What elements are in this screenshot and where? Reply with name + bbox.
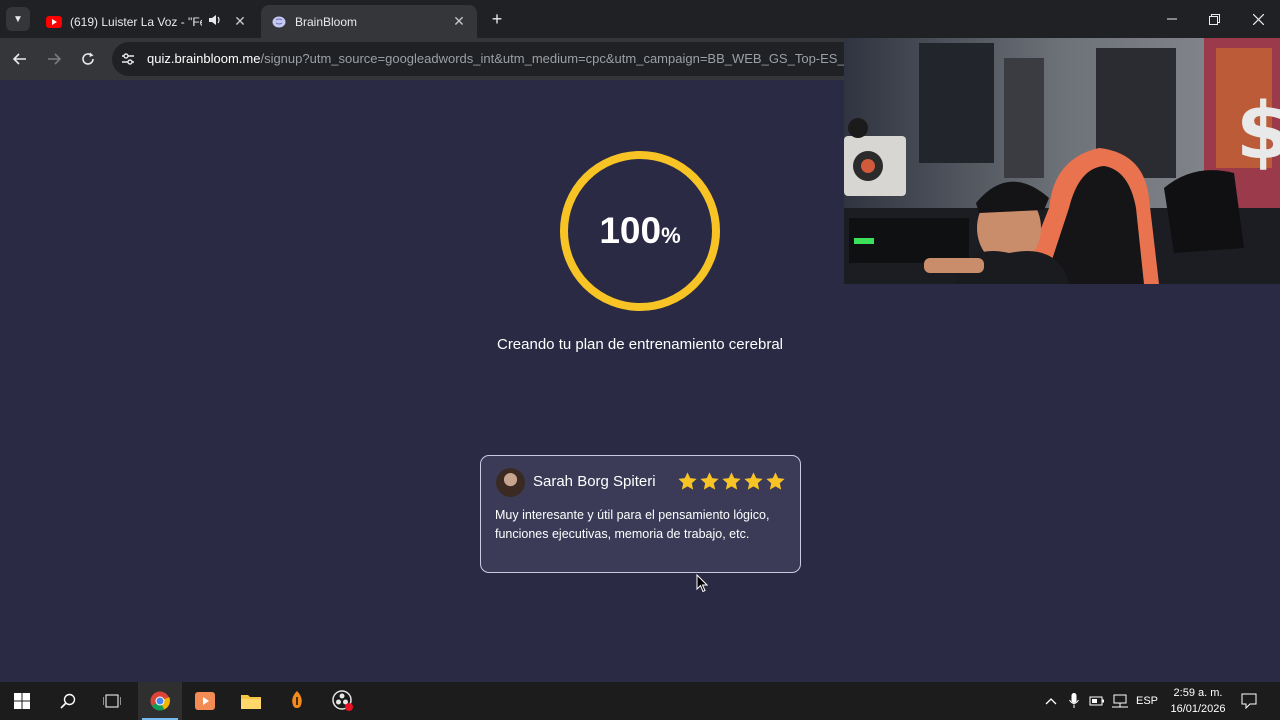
minimize-button[interactable] [1150,0,1193,38]
tab-strip: ▼ (619) Luister La Voz - "Feliz ✕ BrainB… [0,0,1280,38]
youtube-icon [46,14,62,30]
chrome-icon[interactable] [138,682,182,720]
webcam-overlay: $ [844,38,1280,284]
star-icon [678,472,697,490]
status-text: Creando tu plan de entrenamiento cerebra… [496,336,784,353]
avatar [496,468,525,497]
task-view-icon[interactable] [90,682,134,720]
microphone-icon[interactable] [1064,682,1084,720]
reload-button[interactable] [75,46,101,72]
search-icon[interactable] [46,682,90,720]
fl-studio-icon[interactable] [275,682,319,720]
progress-percentage: 100% [557,210,723,252]
network-icon[interactable] [1110,682,1130,720]
tab-title: (619) Luister La Voz - "Feliz [70,14,202,29]
restore-button[interactable] [1193,0,1236,38]
review-card: Sarah Borg Spiteri Muy interesante y úti… [480,455,801,573]
url-host: quiz.brainbloom.me [147,51,261,66]
windows-start-icon[interactable] [0,682,44,720]
star-icon [700,472,719,490]
chevron-up-icon[interactable] [1042,682,1060,720]
star-icon [766,472,785,490]
file-explorer-icon[interactable] [229,682,273,720]
screen: ▼ (619) Luister La Voz - "Feliz ✕ BrainB… [0,0,1280,720]
url-path: /signup?utm_source=googleadwords_int&utm… [260,51,849,66]
url-text: quiz.brainbloom.me/signup?utm_source=goo… [147,51,848,66]
notifications-icon[interactable] [1238,682,1260,720]
review-text: Muy interesante y útil para el pensamien… [495,508,770,541]
reviewer-name: Sarah Borg Spiteri [533,473,656,490]
battery-icon[interactable] [1086,682,1108,720]
site-info-icon[interactable] [120,51,136,67]
star-icon [722,472,741,490]
address-bar[interactable]: quiz.brainbloom.me/signup?utm_source=goo… [112,42,872,76]
language-indicator[interactable]: ESP [1134,682,1160,720]
clock-date: 16/01/2026 [1170,703,1226,715]
tab-title: BrainBloom [295,14,358,29]
mouse-cursor-icon [696,574,708,593]
tab-search-button[interactable]: ▼ [6,7,30,31]
new-tab-button[interactable]: + [486,8,508,30]
taskbar: ESP 2:59 a. m. 16/01/2026 [0,682,1280,720]
back-button[interactable] [7,46,33,72]
webcam-feed-image: $ [844,38,1280,284]
star-icon [744,472,763,490]
obs-icon[interactable] [321,682,365,720]
clock-time: 2:59 a. m. [1173,687,1223,699]
progress-value: 100 [599,210,662,251]
speaker-icon[interactable] [208,14,224,29]
rating-stars [677,471,786,492]
media-player-icon[interactable] [183,682,227,720]
close-tab-icon[interactable]: ✕ [232,13,248,30]
tab-brainbloom[interactable]: BrainBloom ✕ [261,5,477,38]
close-tab-icon[interactable]: ✕ [451,13,467,30]
brainbloom-icon [271,14,287,30]
close-window-button[interactable] [1237,0,1280,38]
progress-unit: % [661,223,681,248]
svg-text:$: $ [1236,87,1280,177]
forward-button[interactable] [41,46,67,72]
clock[interactable]: 2:59 a. m. 16/01/2026 [1162,685,1234,717]
tab-youtube[interactable]: (619) Luister La Voz - "Feliz ✕ [36,5,258,38]
